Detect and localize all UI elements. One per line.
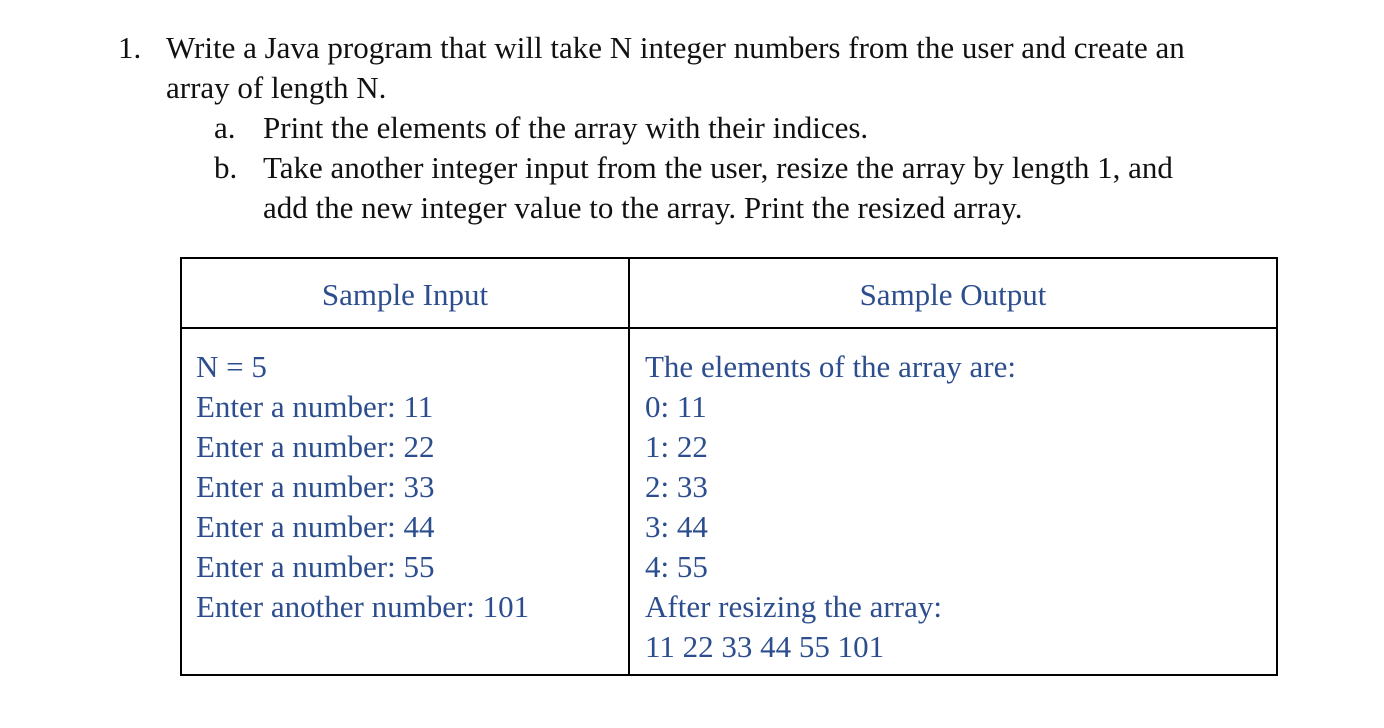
output-line: 3: 44: [645, 509, 708, 544]
input-line: Enter another number: 101: [196, 589, 530, 624]
output-line: 1: 22: [645, 429, 708, 464]
part-b-text-line-2: add the new integer value to the array. …: [263, 190, 1023, 225]
question-line-1: Write a Java program that will take N in…: [166, 30, 1185, 65]
sample-table: Sample Input Sample Output N = 5 Enter a…: [180, 257, 1278, 676]
question-line-2: array of length N.: [166, 70, 387, 105]
output-line: 4: 55: [645, 549, 708, 584]
input-line: Enter a number: 11: [196, 389, 434, 424]
part-a-marker: a.: [214, 110, 236, 145]
output-line: 11 22 33 44 55 101: [645, 629, 885, 664]
output-line: 0: 11: [645, 389, 707, 424]
sample-output-header: Sample Output: [859, 277, 1047, 312]
input-line: Enter a number: 33: [196, 469, 435, 504]
input-line: N = 5: [196, 349, 267, 384]
output-line: 2: 33: [645, 469, 708, 504]
sample-output-cell: The elements of the array are: 0: 11 1: …: [645, 347, 1016, 667]
header-divider: [182, 327, 1276, 329]
sample-input-header: Sample Input: [321, 277, 489, 312]
part-b-marker: b.: [214, 150, 238, 185]
input-line: Enter a number: 44: [196, 509, 435, 544]
input-line: Enter a number: 55: [196, 549, 435, 584]
part-b-text-line-1: Take another integer input from the user…: [263, 150, 1173, 185]
output-line: After resizing the array:: [645, 589, 942, 624]
column-divider: [628, 259, 630, 674]
output-line: The elements of the array are:: [645, 349, 1016, 384]
part-a-text: Print the elements of the array with the…: [263, 110, 869, 145]
question-number: 1.: [118, 30, 142, 65]
input-line: Enter a number: 22: [196, 429, 435, 464]
sample-input-cell: N = 5 Enter a number: 11 Enter a number:…: [196, 347, 529, 627]
